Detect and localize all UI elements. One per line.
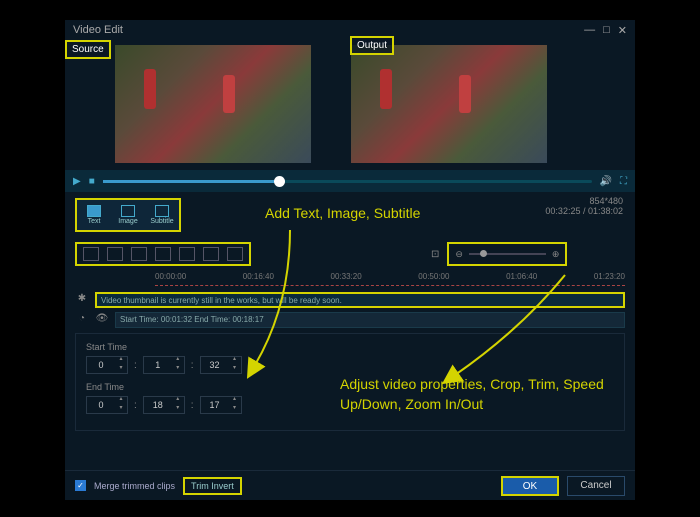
thumbnail-msg: Video thumbnail is currently still in th… [95, 292, 625, 308]
timecode-text: Start Time: 00:01:32 End Time: 00:18:17 [115, 312, 625, 328]
tool-6-icon[interactable] [203, 247, 219, 261]
tab-subtitle[interactable]: Subtitle [145, 200, 179, 230]
toolbox [75, 242, 251, 266]
playbar: ▶ ■ 🔊 ⛶ [65, 170, 635, 192]
tool-7-icon[interactable] [227, 247, 243, 261]
start-hours[interactable]: 0▴▾ [86, 356, 128, 374]
time-track[interactable]: ◔ 👁 Start Time: 00:01:32 End Time: 00:18… [75, 311, 625, 329]
stop-icon[interactable]: ■ [89, 176, 95, 187]
close-icon[interactable]: ✕ [618, 24, 627, 37]
end-hours[interactable]: 0▴▾ [86, 396, 128, 414]
window-title: Video Edit [73, 24, 123, 36]
start-time-label: Start Time [86, 342, 614, 352]
source-preview [115, 45, 311, 163]
tabs-group: Text Image Subtitle [75, 198, 181, 232]
output-preview [351, 45, 547, 163]
source-label: Source [65, 40, 111, 59]
merge-label: Merge trimmed clips [94, 481, 175, 491]
progress-track[interactable] [103, 180, 592, 183]
clock-icon: ◔ [75, 313, 89, 327]
time-ruler: 00:00:00 00:16:40 00:33:20 00:50:00 01:0… [65, 270, 635, 285]
volume-icon[interactable]: 🔊 [600, 176, 612, 187]
start-seconds[interactable]: 32▴▾ [200, 356, 242, 374]
eye-icon[interactable]: 👁 [95, 313, 109, 327]
split-icon[interactable] [131, 247, 147, 261]
tab-image[interactable]: Image [111, 200, 145, 230]
end-time-label: End Time [86, 382, 614, 392]
fit-icon[interactable]: ⊡ [431, 249, 439, 260]
zoom-group: ⊖ ⊕ [447, 242, 567, 266]
zoom-out-icon[interactable]: ⊖ [455, 249, 463, 260]
video-info: 854*480 00:32:25 / 01:38:02 [545, 196, 623, 216]
text-icon [87, 205, 101, 217]
resolution-text: 854*480 [545, 196, 623, 206]
position-text: 00:32:25 / 01:38:02 [545, 206, 623, 216]
trim-icon[interactable] [107, 247, 123, 261]
preview-row [65, 40, 635, 168]
speed-up-icon[interactable] [179, 247, 195, 261]
minimize-icon[interactable]: — [584, 24, 595, 37]
subtitle-icon [155, 205, 169, 217]
image-icon [121, 205, 135, 217]
crop-icon[interactable] [83, 247, 99, 261]
zoom-in-icon[interactable]: ⊕ [552, 249, 560, 260]
end-minutes[interactable]: 18▴▾ [143, 396, 185, 414]
film-icon: ✱ [75, 293, 89, 307]
trim-invert-button[interactable]: Trim Invert [183, 477, 242, 495]
start-minutes[interactable]: 1▴▾ [143, 356, 185, 374]
speed-down-icon[interactable] [155, 247, 171, 261]
maximize-icon[interactable]: □ [603, 24, 610, 37]
progress-knob[interactable] [274, 176, 285, 187]
fullscreen-icon[interactable]: ⛶ [620, 176, 627, 187]
video-track[interactable]: ✱ Video thumbnail is currently still in … [75, 291, 625, 309]
output-label: Output [350, 36, 394, 55]
cancel-button[interactable]: Cancel [567, 476, 625, 496]
tab-text[interactable]: Text [77, 200, 111, 230]
ok-button[interactable]: OK [501, 476, 559, 496]
play-icon[interactable]: ▶ [73, 176, 81, 187]
end-seconds[interactable]: 17▴▾ [200, 396, 242, 414]
zoom-slider[interactable] [469, 253, 546, 255]
merge-checkbox[interactable]: ✓ [75, 480, 86, 491]
